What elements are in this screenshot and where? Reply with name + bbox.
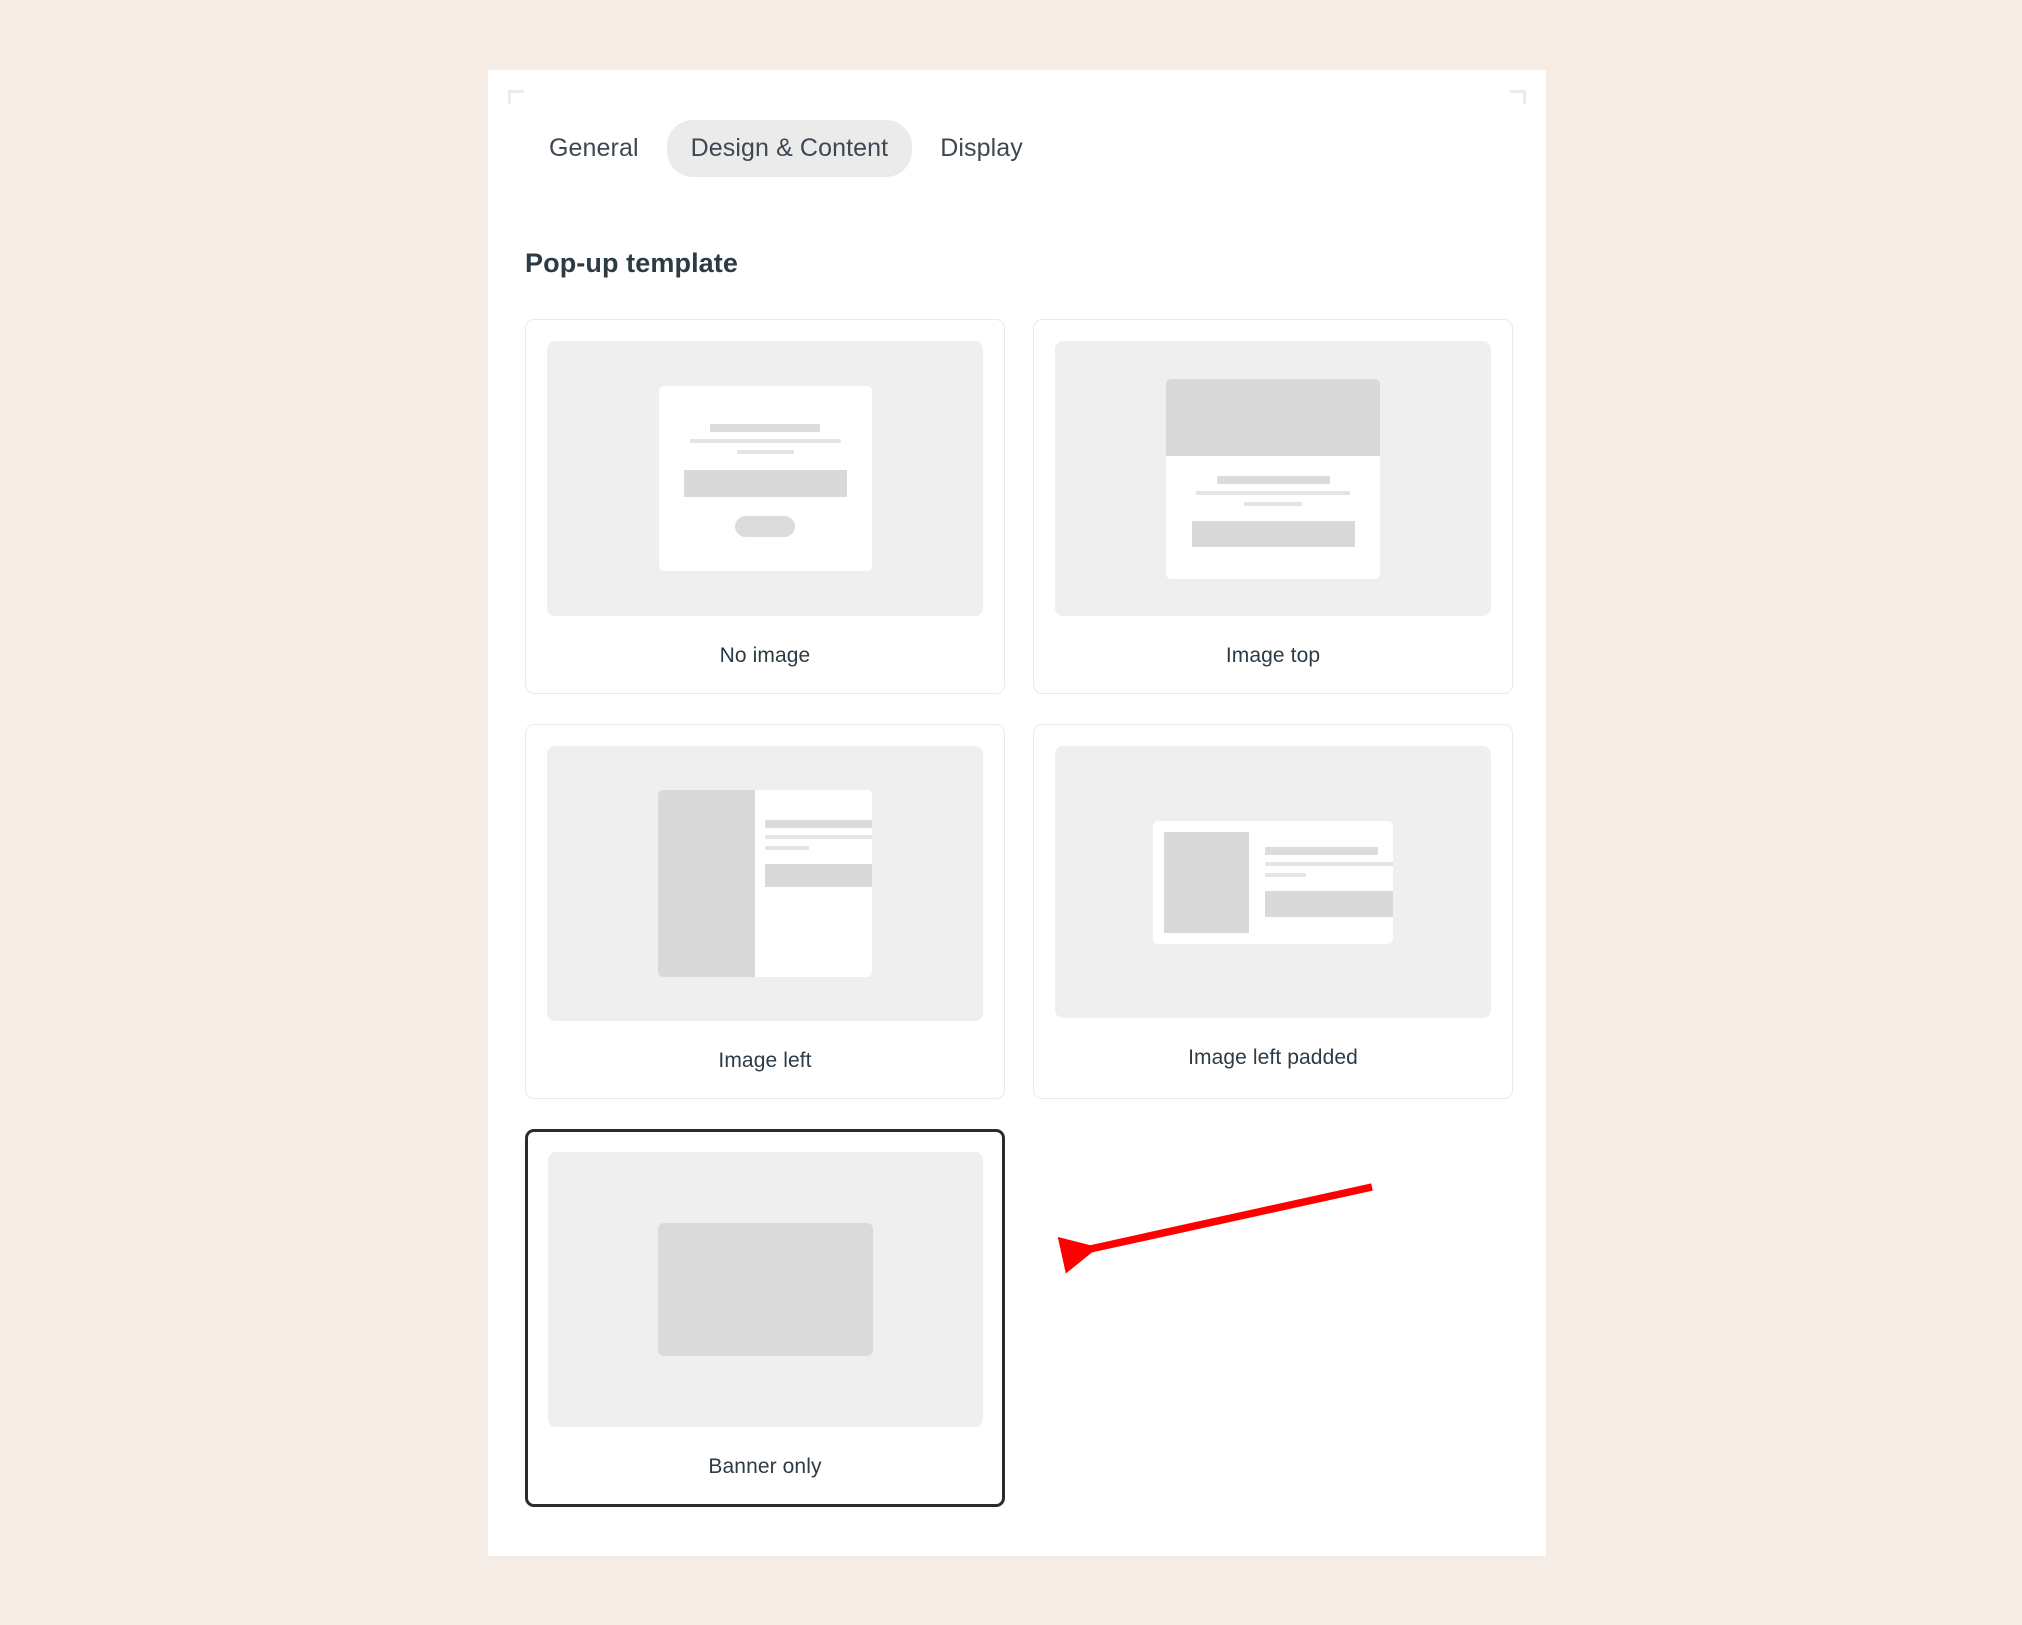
mock-subtitle-line-short: [736, 450, 794, 454]
mock-body: [1166, 456, 1380, 547]
mock-subtitle-line: [1265, 862, 1393, 866]
mock-subtitle-line: [765, 835, 872, 839]
template-thumbnail-image-top: [1055, 341, 1491, 616]
mock-body: [1249, 847, 1393, 917]
template-label-image-left-padded: Image left padded: [1188, 1046, 1358, 1069]
mock-input-bar: [1265, 891, 1393, 917]
template-card-banner-only[interactable]: Banner only: [525, 1129, 1005, 1507]
mock-button: [735, 516, 795, 537]
mock-subtitle-line: [1196, 490, 1350, 495]
mock-image-placeholder: [1166, 378, 1380, 456]
template-grid: No image Image top Image left Image left…: [525, 319, 1513, 1507]
mock-subtitle-line-short: [1265, 873, 1306, 877]
tab-design-and-content[interactable]: Design & Content: [666, 120, 913, 177]
mock-title-line: [710, 424, 820, 432]
template-thumbnail-image-left: [547, 746, 983, 1021]
template-label-image-left: Image left: [718, 1049, 812, 1072]
template-card-no-image[interactable]: No image: [525, 319, 1005, 694]
mock-input-bar: [765, 864, 872, 887]
mock-subtitle-line-short: [765, 846, 809, 850]
tab-general[interactable]: General: [525, 120, 663, 177]
template-label-no-image: No image: [719, 644, 811, 667]
tab-display[interactable]: Display: [916, 120, 1047, 177]
popup-mock-image-top: [1166, 378, 1380, 579]
settings-tabs: General Design & Content Display: [525, 120, 1047, 177]
panel-corner-marker-top-right: [1510, 90, 1526, 104]
mock-image-placeholder: [658, 790, 755, 977]
mock-input-bar: [1191, 520, 1355, 547]
popup-mock-image-left-padded: [1153, 820, 1393, 944]
template-label-image-top: Image top: [1225, 644, 1321, 667]
template-card-image-top[interactable]: Image top: [1033, 319, 1513, 694]
template-thumbnail-no-image: [547, 341, 983, 616]
popup-mock-no-image: [658, 386, 872, 571]
template-thumbnail-image-left-padded: [1055, 746, 1491, 1018]
screenshot-stage: General Design & Content Display Pop-up …: [0, 0, 2022, 1625]
mock-title-line: [1265, 847, 1378, 855]
template-card-image-left[interactable]: Image left: [525, 724, 1005, 1099]
settings-panel: General Design & Content Display Pop-up …: [488, 70, 1546, 1556]
mock-subtitle-line: [689, 439, 841, 443]
panel-corner-marker-top-left: [508, 90, 524, 104]
mock-banner-placeholder: [657, 1222, 873, 1356]
mock-body: [755, 790, 872, 977]
mock-image-placeholder: [1164, 831, 1249, 933]
mock-title-line: [765, 820, 872, 828]
mock-title-line: [1216, 475, 1330, 484]
template-card-image-left-padded[interactable]: Image left padded: [1033, 724, 1513, 1099]
template-thumbnail-banner-only: [547, 1151, 983, 1427]
page-title: Pop-up template: [525, 248, 739, 278]
popup-mock-image-left: [658, 790, 872, 977]
mock-input-bar: [683, 470, 847, 497]
mock-subtitle-line-short: [1244, 501, 1302, 506]
template-label-banner-only: Banner only: [708, 1454, 822, 1478]
